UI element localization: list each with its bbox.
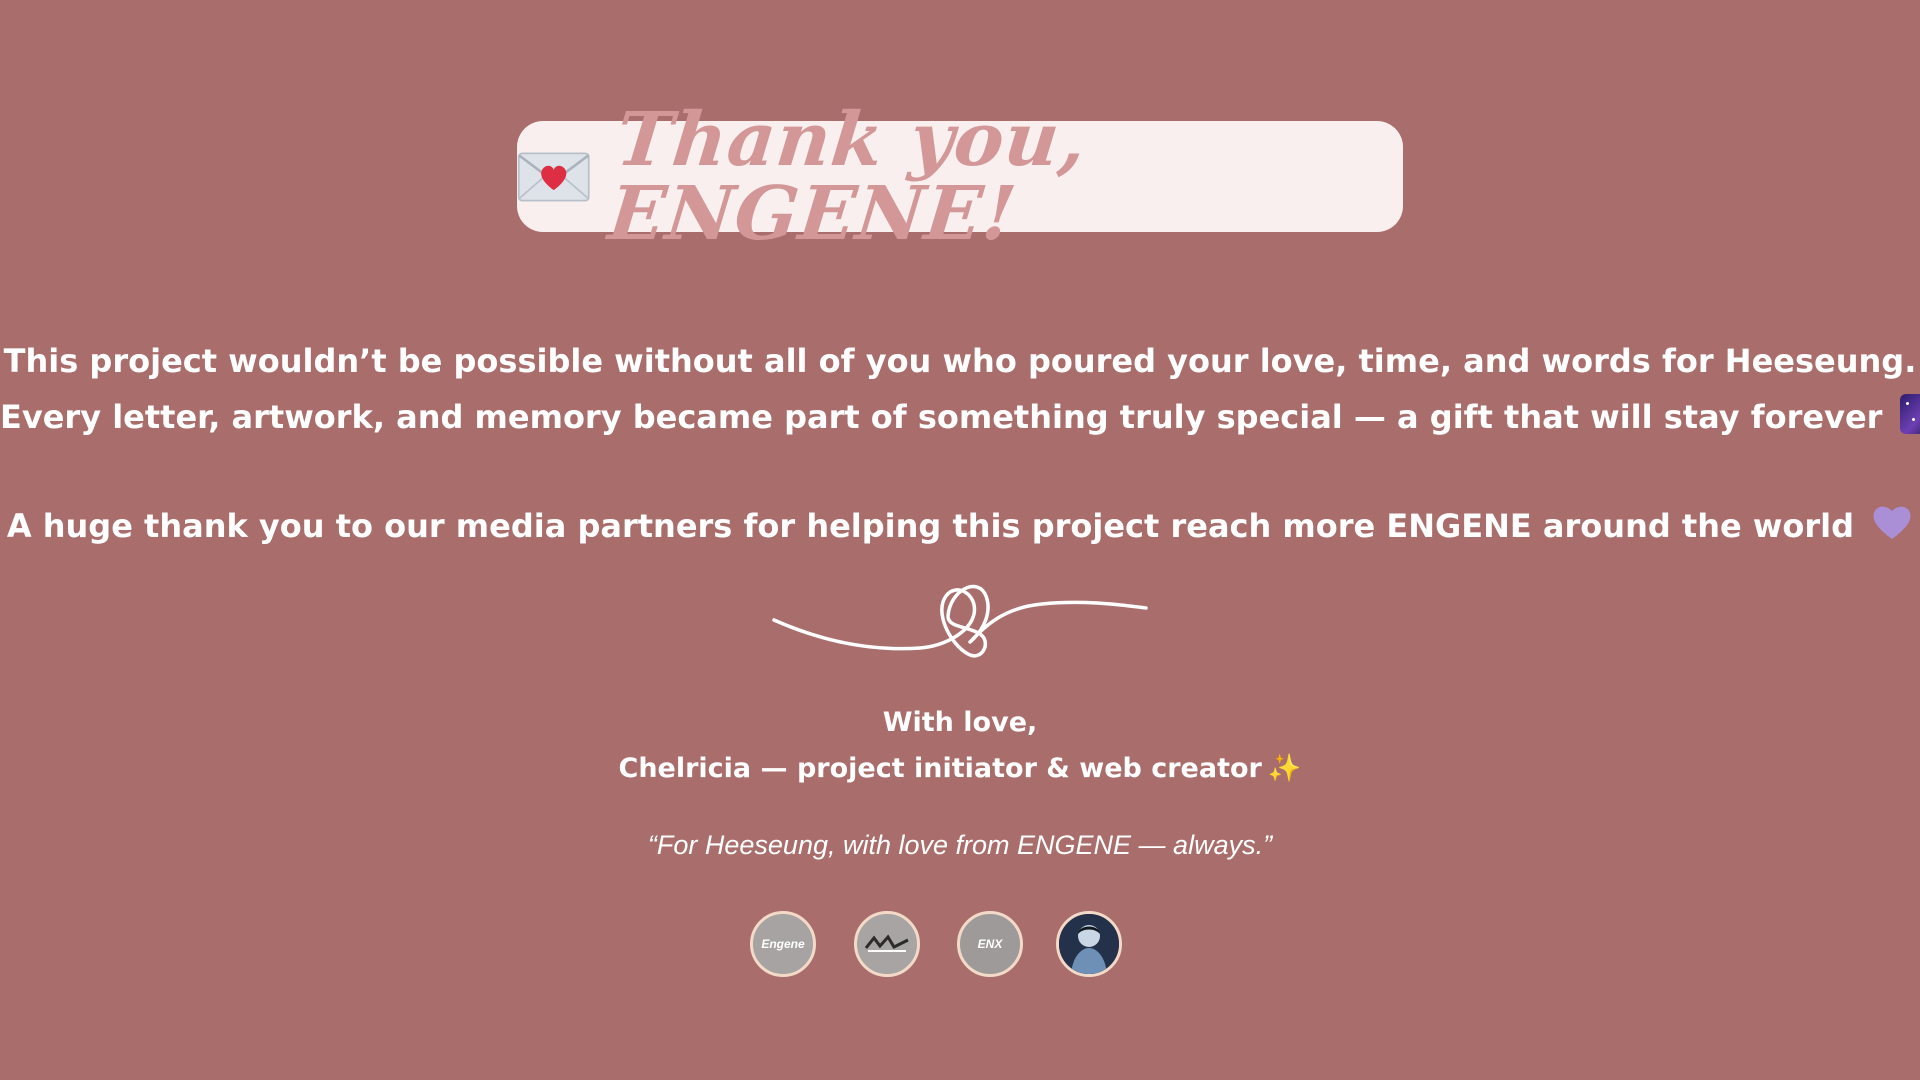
sparkles-icon: ✨ (1267, 753, 1302, 784)
engene-logo-icon[interactable]: Engene (750, 911, 816, 977)
message-line-1-text: This project wouldn’t be possible withou… (3, 342, 1917, 380)
heeseung-photo (1059, 914, 1119, 974)
page-title: Thank you, ENGENE! (604, 96, 1091, 257)
love-letter-icon (517, 152, 590, 201)
signature: With love, Chelricia — project initiator… (0, 700, 1920, 792)
message-line-2: Every letter, artwork, and memory became… (0, 389, 1920, 445)
closing-quote: “For Heeseung, with love from ENGENE — a… (647, 830, 1273, 860)
message-line-1: This project wouldn’t be possible withou… (0, 333, 1920, 389)
signature-greeting: With love, (882, 707, 1038, 738)
thank-you-message: This project wouldn’t be possible withou… (0, 333, 1920, 554)
purple-heart-icon (1873, 506, 1911, 539)
enx-jakarta-logo-icon[interactable]: ENX (957, 911, 1023, 977)
media-partners: Engene ENX (0, 911, 1920, 981)
partner-logo-icon[interactable] (854, 911, 920, 977)
partner-logo-mark (864, 934, 909, 952)
signature-author: Chelricia — project initiator & web crea… (618, 753, 1262, 784)
message-line-2-text: Every letter, artwork, and memory became… (0, 398, 1883, 436)
message-line-3: A huge thank you to our media partners f… (0, 498, 1920, 554)
partner-label: Engene (761, 937, 805, 951)
milky-way-icon (1899, 394, 1920, 434)
partner-label: ENX (977, 937, 1003, 951)
heart-scribble-icon (772, 584, 1148, 658)
message-line-3-text: A huge thank you to our media partners f… (6, 507, 1855, 545)
heeseung-photo-icon[interactable] (1056, 911, 1122, 977)
signature-author-line: Chelricia — project initiator & web crea… (0, 746, 1920, 792)
title-card: Thank you, ENGENE! (517, 97, 1403, 257)
